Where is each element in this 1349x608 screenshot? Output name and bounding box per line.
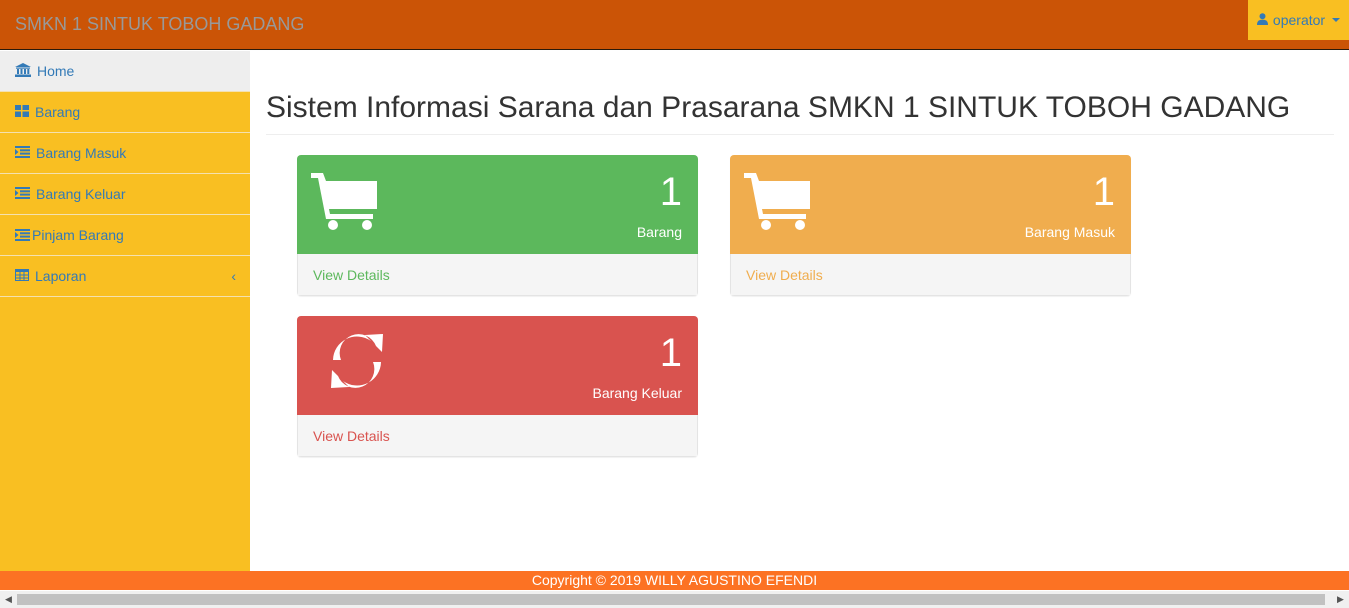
refresh-icon — [325, 320, 389, 407]
table-icon — [15, 268, 35, 284]
sidebar: Home Barang Barang Masuk Barang Keluar P… — [0, 51, 250, 571]
sidebar-item-home[interactable]: Home — [0, 51, 250, 92]
sidebar-item-label: Barang — [35, 104, 81, 120]
bank-icon — [15, 62, 37, 80]
main-content: Sistem Informasi Sarana dan Prasarana SM… — [250, 51, 1349, 571]
sidebar-item-laporan[interactable]: Laporan ‹ — [0, 256, 250, 297]
user-dropdown[interactable]: operator — [1248, 0, 1349, 40]
page-title: Sistem Informasi Sarana dan Prasarana SM… — [266, 91, 1334, 135]
panel-count: 1 — [659, 331, 682, 375]
view-details-link[interactable]: View Details — [297, 254, 698, 296]
panel-heading: 1 Barang — [297, 155, 698, 254]
panel-heading: 1 Barang Masuk — [730, 155, 1131, 254]
sidebar-item-label: Laporan — [35, 268, 87, 284]
top-navbar: SMKN 1 SINTUK TOBOH GADANG operator — [0, 0, 1349, 50]
footer: Copyright © 2019 WILLY AGUSTINO EFENDI — [0, 571, 1349, 590]
indent-list-icon — [15, 186, 36, 202]
view-details-link[interactable]: View Details — [730, 254, 1131, 296]
sidebar-item-label: Pinjam Barang — [32, 227, 124, 243]
sidebar-item-barang-masuk[interactable]: Barang Masuk — [0, 133, 250, 174]
view-details-link[interactable]: View Details — [297, 415, 698, 457]
panel-label: Barang — [636, 224, 682, 240]
shopping-cart-icon — [311, 171, 379, 236]
panel-label: Barang Masuk — [1024, 224, 1115, 240]
copyright-text: Copyright © 2019 WILLY AGUSTINO EFENDI — [531, 572, 818, 588]
sidebar-item-pinjam-barang[interactable]: Pinjam Barang — [0, 215, 250, 256]
user-icon — [1256, 12, 1268, 28]
user-name: operator — [1272, 12, 1326, 28]
dashboard-grid-icon — [15, 104, 35, 120]
shopping-cart-icon — [744, 171, 812, 236]
scrollbar-thumb[interactable] — [17, 594, 1325, 605]
panel-heading: 1 Barang Keluar — [297, 316, 698, 415]
scroll-left-icon[interactable]: ◀ — [0, 591, 17, 608]
panel-count: 1 — [659, 170, 682, 214]
chevron-left-icon[interactable]: ‹ — [231, 268, 236, 284]
panel-barang-keluar: 1 Barang Keluar View Details — [297, 316, 698, 457]
panel-label: Barang Keluar — [592, 385, 682, 401]
panel-barang: 1 Barang View Details — [297, 155, 698, 296]
sidebar-item-barang[interactable]: Barang — [0, 92, 250, 133]
sidebar-item-barang-keluar[interactable]: Barang Keluar — [0, 174, 250, 215]
indent-list-icon — [15, 145, 36, 161]
panel-barang-masuk: 1 Barang Masuk View Details — [730, 155, 1131, 296]
sidebar-item-label: Barang Masuk — [36, 145, 127, 161]
sidebar-item-label: Barang Keluar — [36, 186, 126, 202]
caret-down-icon — [1332, 18, 1341, 22]
scroll-right-icon[interactable]: ▶ — [1332, 591, 1349, 608]
sidebar-item-label: Home — [37, 63, 75, 79]
horizontal-scrollbar[interactable]: ◀ ▶ — [0, 591, 1349, 608]
panel-count: 1 — [1092, 170, 1115, 214]
brand-title[interactable]: SMKN 1 SINTUK TOBOH GADANG — [15, 14, 304, 35]
